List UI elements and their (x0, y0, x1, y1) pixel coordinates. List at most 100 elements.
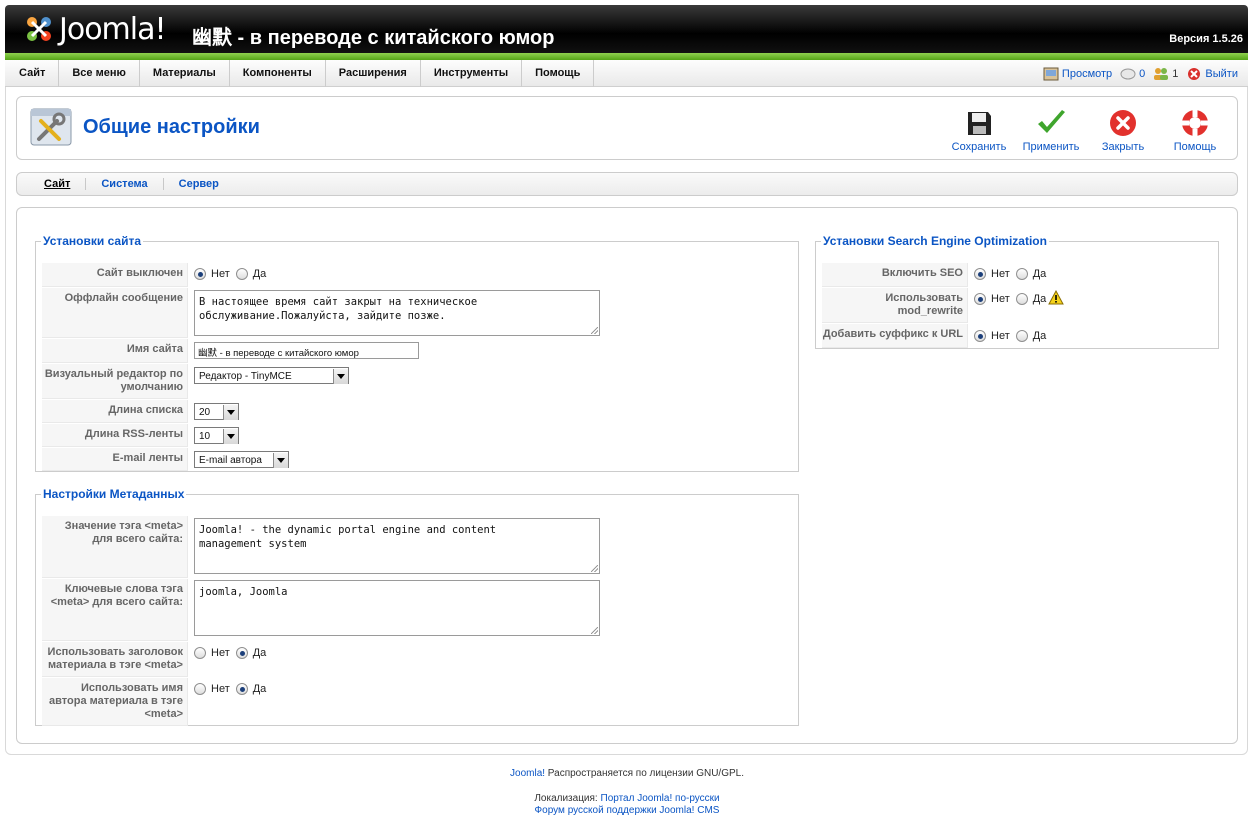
seo-enable-no-label: Нет (991, 268, 1010, 280)
logout-link[interactable]: Выйти (1186, 67, 1238, 81)
offline-yes-label: Да (252, 268, 267, 280)
footer: Joomla! Распространяется по лицензии GNU… (0, 768, 1254, 816)
seo-enable-yes-radio[interactable] (1015, 268, 1028, 280)
sitename-input[interactable]: 幽默 - в переводе с китайского юмор (194, 342, 419, 359)
forum-link[interactable]: Форум русской поддержки Joomla! CMS (535, 805, 720, 816)
url-suffix-yes-label: Да (1032, 330, 1047, 342)
tab-site[interactable]: Сайт (29, 178, 87, 190)
rss-length-value: 10 (199, 430, 211, 442)
license-text: Распространяется по лицензии GNU/GPL. (545, 768, 744, 779)
menu-item-all-menus[interactable]: Все меню (59, 60, 140, 87)
author-in-meta-no-label: Нет (211, 683, 230, 695)
version-label: Версия 1.5.26 (1169, 33, 1243, 45)
author-in-meta-no-radio[interactable] (194, 683, 206, 695)
apply-button[interactable]: Применить (1015, 107, 1087, 153)
main-menu-bar: Сайт Все меню Материалы Компоненты Расши… (5, 60, 1248, 87)
menu-item-content[interactable]: Материалы (140, 60, 230, 87)
save-button[interactable]: Сохранить (943, 107, 1015, 153)
offline-message-label: Оффлайн сообщение (42, 288, 188, 338)
lifebuoy-icon (1182, 110, 1208, 136)
seo-enable-no-radio[interactable] (974, 268, 986, 280)
preview-icon (1043, 67, 1059, 80)
title-in-meta-yes-radio[interactable] (235, 647, 248, 659)
offline-no-label: Нет (211, 268, 230, 280)
toolbar-box: Общие настройки Сохранить Применить Закр… (16, 96, 1238, 160)
list-length-value: 20 (199, 406, 211, 418)
users-count-value: 1 (1172, 67, 1179, 80)
meta-keywords-textarea[interactable]: joomla, Joomla (194, 580, 600, 636)
row-list-length: Длина списка 20 (42, 400, 239, 423)
help-button[interactable]: Помощь (1159, 107, 1231, 153)
save-label: Сохранить (951, 141, 1007, 153)
users-icon (1154, 67, 1169, 80)
url-suffix-no-label: Нет (991, 330, 1010, 342)
mod-rewrite-no-radio[interactable] (974, 293, 986, 305)
row-mod-rewrite: Использовать mod_rewrite Нет Да (822, 288, 1065, 323)
row-feed-email: E-mail ленты E-mail автора (42, 448, 289, 471)
menu-item-tools[interactable]: Инструменты (421, 60, 523, 87)
joomla-logo-icon (27, 17, 51, 41)
seo-enable-label: Включить SEO (822, 263, 968, 287)
users-count[interactable]: 1 (1153, 67, 1178, 81)
mod-rewrite-label: Использовать mod_rewrite (822, 288, 968, 323)
site-settings-group: Установки сайта Сайт выключен Нет Да Офф… (35, 234, 799, 472)
row-offline-message: Оффлайн сообщение В настоящее время сайт… (42, 288, 600, 338)
author-in-meta-label: Использовать имя автора материала в тэге… (42, 678, 188, 726)
rss-length-select[interactable]: 10 (194, 427, 239, 444)
offline-no-radio[interactable] (194, 268, 206, 280)
preview-link[interactable]: Просмотр (1043, 67, 1112, 81)
row-sitename: Имя сайта 幽默 - в переводе с китайского ю… (42, 339, 419, 363)
url-suffix-no-radio[interactable] (974, 330, 986, 342)
meta-description-label: Значение тэга <meta> для всего сайта: (42, 516, 188, 578)
preview-label: Просмотр (1061, 67, 1113, 80)
author-in-meta-yes-radio[interactable] (235, 683, 248, 695)
rss-length-label: Длина RSS-ленты (42, 424, 188, 447)
chevron-down-icon (273, 452, 288, 468)
menu-item-extensions[interactable]: Расширения (326, 60, 421, 87)
row-meta-keywords: Ключевые слова тэга <meta> для всего сай… (42, 579, 600, 641)
menu-item-help[interactable]: Помощь (522, 60, 595, 87)
portal-link[interactable]: Портал Joomla! по-русски (601, 793, 720, 804)
meta-description-textarea[interactable]: Joomla! - the dynamic portal engine and … (194, 518, 600, 574)
mod-rewrite-yes-label: Да (1032, 293, 1047, 305)
row-author-in-meta: Использовать имя автора материала в тэге… (42, 678, 272, 726)
close-button[interactable]: Закрыть (1087, 107, 1159, 153)
logo-text: Joomla! (59, 11, 167, 47)
list-length-label: Длина списка (42, 400, 188, 423)
offline-options: Нет Да (188, 263, 272, 287)
menu-item-site[interactable]: Сайт (5, 60, 60, 87)
help-label: Помощь (1173, 141, 1217, 153)
editor-label: Визуальный редактор по умолчанию (42, 364, 188, 399)
messages-count[interactable]: 0 (1120, 67, 1145, 81)
title-in-meta-yes-label: Да (252, 647, 267, 659)
seo-enable-yes-label: Да (1032, 268, 1047, 280)
toolbar: Сохранить Применить Закрыть Помощь (943, 107, 1231, 153)
warning-icon[interactable] (1048, 290, 1065, 305)
feed-email-select[interactable]: E-mail автора (194, 451, 289, 468)
sitename-label: Имя сайта (42, 339, 188, 363)
offline-message-textarea[interactable]: В настоящее время сайт закрыт на техниче… (194, 290, 600, 336)
chevron-down-icon (223, 404, 238, 420)
close-label: Закрыть (1101, 141, 1145, 153)
list-length-select[interactable]: 20 (194, 403, 239, 420)
author-in-meta-yes-label: Да (252, 683, 267, 695)
messages-count-value: 0 (1139, 67, 1146, 80)
tab-system[interactable]: Система (86, 178, 164, 190)
mod-rewrite-yes-radio[interactable] (1015, 293, 1028, 305)
row-editor: Визуальный редактор по умолчанию Редакто… (42, 364, 349, 399)
messages-icon (1120, 68, 1136, 79)
config-tools-icon (30, 108, 72, 146)
seo-legend: Установки Search Engine Optimization (823, 234, 1047, 248)
offline-yes-radio[interactable] (235, 268, 248, 280)
license-line: Joomla! Распространяется по лицензии GNU… (0, 768, 1254, 779)
title-in-meta-no-radio[interactable] (194, 647, 206, 659)
tab-server[interactable]: Сервер (164, 178, 234, 190)
editor-select[interactable]: Редактор - TinyMCE (194, 367, 349, 384)
joomla-logo: Joomla! (23, 11, 167, 47)
row-offline: Сайт выключен Нет Да (42, 263, 272, 287)
joomla-link[interactable]: Joomla! (510, 768, 545, 779)
metadata-legend: Настройки Метаданных (43, 487, 185, 501)
menu-item-components[interactable]: Компоненты (230, 60, 326, 87)
url-suffix-yes-radio[interactable] (1015, 330, 1028, 342)
site-title: 幽默 - в переводе с китайского юмор (192, 27, 555, 49)
